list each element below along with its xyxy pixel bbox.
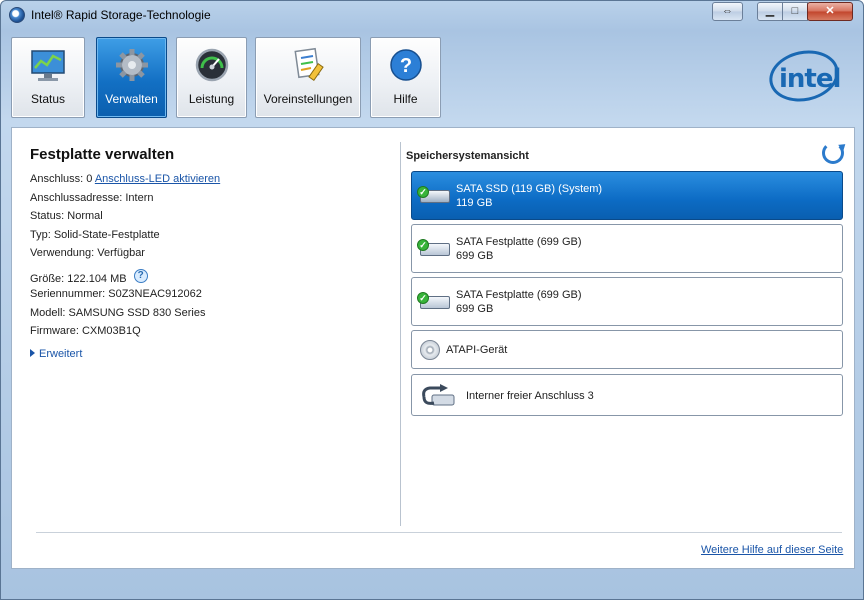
- device-name: SATA SSD (119 GB) (System): [456, 183, 603, 195]
- help-link[interactable]: Weitere Hilfe auf dieser Seite: [701, 544, 843, 556]
- firmware: Firmware: CXM03B1Q: [30, 325, 141, 338]
- empty-port-icon: [422, 384, 455, 406]
- speedometer-icon: [195, 48, 228, 82]
- preferences-icon: [294, 47, 324, 81]
- port-led-link[interactable]: Anschluss-LED aktivieren: [95, 173, 220, 185]
- status-ok-icon: ✓: [417, 186, 429, 198]
- tab-verwalten-label: Verwalten: [105, 92, 158, 106]
- switch-window-button[interactable]: ⇔: [712, 2, 743, 21]
- tab-voreinstellungen-label: Voreinstellungen: [263, 92, 353, 106]
- tab-hilfe-label: Hilfe: [393, 92, 418, 106]
- main-toolbar: Status Verwalten Leistung Voreinstellung…: [9, 31, 855, 123]
- close-button[interactable]: ✕: [807, 2, 853, 21]
- content-panel: Festplatte verwalten Anschluss: 0 Anschl…: [11, 127, 855, 569]
- device-name: Interner freier Anschluss 3: [466, 390, 594, 402]
- disk-details: Festplatte verwalten Anschluss: 0 Anschl…: [30, 146, 390, 360]
- maximize-button[interactable]: □: [782, 2, 808, 21]
- device-name: SATA Festplatte (699 GB): [456, 236, 582, 248]
- gear-icon: [115, 49, 148, 81]
- status-ok-icon: ✓: [417, 239, 429, 251]
- disk-model: Modell: SAMSUNG SSD 830 Series: [30, 306, 206, 319]
- status-ok-icon: ✓: [417, 292, 429, 304]
- device-size: 699 GB: [456, 250, 494, 262]
- monitor-chart-icon: [31, 50, 65, 81]
- device-name: SATA Festplatte (699 GB): [456, 289, 582, 301]
- device-name: ATAPI-Gerät: [446, 344, 508, 356]
- device-size: 699 GB: [456, 303, 494, 315]
- page-title: Festplatte verwalten: [30, 146, 175, 163]
- optical-disc-icon: [420, 340, 440, 360]
- advanced-label: Erweitert: [39, 347, 83, 360]
- port-row: Anschluss: 0 Anschluss-LED aktivieren: [30, 173, 390, 192]
- device-atapi[interactable]: ATAPI-Gerät: [411, 330, 843, 369]
- tab-voreinstellungen[interactable]: Voreinstellungen: [255, 37, 361, 118]
- device-sata-hdd-2[interactable]: ✓ SATA Festplatte (699 GB) 699 GB: [411, 277, 843, 326]
- footer-divider: [36, 532, 842, 533]
- title-bar: Intel® Rapid Storage-Technologie ⇔ ▁ □ ✕: [1, 1, 863, 29]
- window-title: Intel® Rapid Storage-Technologie: [31, 8, 211, 22]
- serial-number: Seriennummer: S0Z3NEAC912062: [30, 287, 202, 300]
- device-free-port[interactable]: Interner freier Anschluss 3: [411, 374, 843, 416]
- disk-status: Status: Normal: [30, 210, 103, 223]
- storage-view-title: Speichersystemansicht: [406, 150, 529, 162]
- device-size: 119 GB: [456, 197, 493, 209]
- port-label: Anschluss: 0: [30, 173, 93, 185]
- device-sata-hdd-1[interactable]: ✓ SATA Festplatte (699 GB) 699 GB: [411, 224, 843, 273]
- tab-leistung[interactable]: Leistung: [176, 37, 247, 118]
- tab-verwalten[interactable]: Verwalten: [96, 37, 167, 118]
- help-question-icon: ?: [389, 49, 422, 81]
- tab-hilfe[interactable]: ? Hilfe: [370, 37, 441, 118]
- advanced-expander[interactable]: Erweitert: [30, 348, 390, 360]
- size-help-icon[interactable]: ?: [133, 268, 148, 283]
- disk-usage: Verwendung: Verfügbar: [30, 247, 145, 260]
- intel-logo: intel: [779, 64, 841, 94]
- app-window: Intel® Rapid Storage-Technologie ⇔ ▁ □ ✕…: [0, 0, 864, 600]
- disk-size: Größe: 122.104 MB: [30, 272, 127, 285]
- minimize-button[interactable]: ▁: [757, 2, 783, 21]
- tab-leistung-label: Leistung: [188, 92, 235, 106]
- port-address: Anschlussadresse: Intern: [30, 191, 154, 204]
- disk-type: Typ: Solid-State-Festplatte: [30, 228, 160, 241]
- device-sata-ssd[interactable]: ✓ SATA SSD (119 GB) (System) 119 GB: [411, 171, 843, 220]
- tab-status-label: Status: [30, 92, 66, 106]
- app-icon: [9, 7, 25, 23]
- refresh-icon[interactable]: [822, 142, 844, 164]
- size-row: Größe: 122.104 MB ?: [30, 266, 390, 288]
- expand-arrow-icon: [30, 348, 35, 357]
- svg-text:?: ?: [399, 55, 411, 77]
- vertical-divider: [400, 142, 401, 526]
- tab-status[interactable]: Status: [11, 37, 85, 118]
